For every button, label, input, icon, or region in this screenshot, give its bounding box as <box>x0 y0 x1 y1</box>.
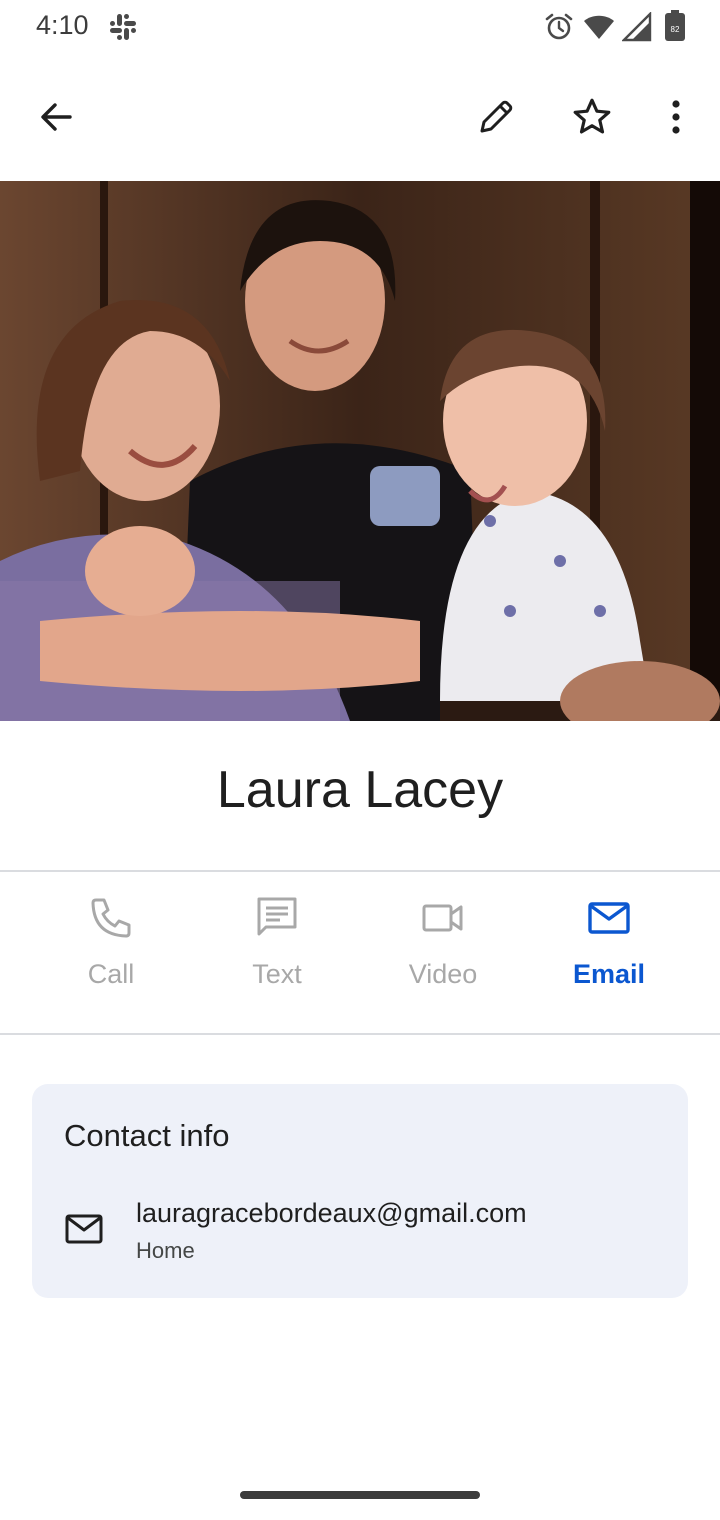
text-label: Text <box>252 959 302 989</box>
star-outline-icon <box>573 98 611 134</box>
mail-icon <box>65 1214 103 1244</box>
alarm-icon <box>545 13 573 40</box>
pencil-icon <box>480 100 513 133</box>
favorite-button[interactable] <box>564 89 620 145</box>
call-button[interactable]: Call <box>28 895 194 1015</box>
signal-icon <box>622 12 652 42</box>
status-time: 4:10 <box>36 10 89 40</box>
status-bar: 4:10 82 <box>0 0 720 56</box>
call-label: Call <box>87 959 135 989</box>
email-type: Home <box>136 1238 195 1263</box>
video-button[interactable]: Video <box>360 895 526 1015</box>
email-label: Email <box>572 959 646 989</box>
email-button[interactable]: Email <box>526 895 692 1015</box>
back-arrow-icon <box>41 103 72 131</box>
video-label: Video <box>408 959 478 989</box>
contact-info-title: Contact info <box>64 1118 230 1153</box>
slack-icon <box>110 14 136 40</box>
video-camera-icon <box>422 904 463 932</box>
battery-level: 82 <box>671 25 680 34</box>
phone-icon <box>91 898 131 938</box>
message-icon <box>257 897 297 936</box>
contact-photo <box>0 181 720 721</box>
home-indicator[interactable] <box>240 1491 480 1499</box>
wifi-icon <box>584 15 614 39</box>
divider <box>0 1033 720 1035</box>
more-vertical-icon <box>672 100 680 134</box>
back-button[interactable] <box>28 89 84 145</box>
divider <box>0 870 720 872</box>
email-icon <box>588 902 630 934</box>
edit-button[interactable] <box>468 89 524 145</box>
text-button[interactable]: Text <box>194 895 360 1015</box>
email-address[interactable]: lauragracebordeaux@gmail.com <box>136 1198 527 1229</box>
photo-of-family <box>0 181 720 721</box>
battery-icon: 82 <box>665 10 685 41</box>
contact-name: Laura Lacey <box>216 761 504 819</box>
more-options-button[interactable] <box>648 89 704 145</box>
